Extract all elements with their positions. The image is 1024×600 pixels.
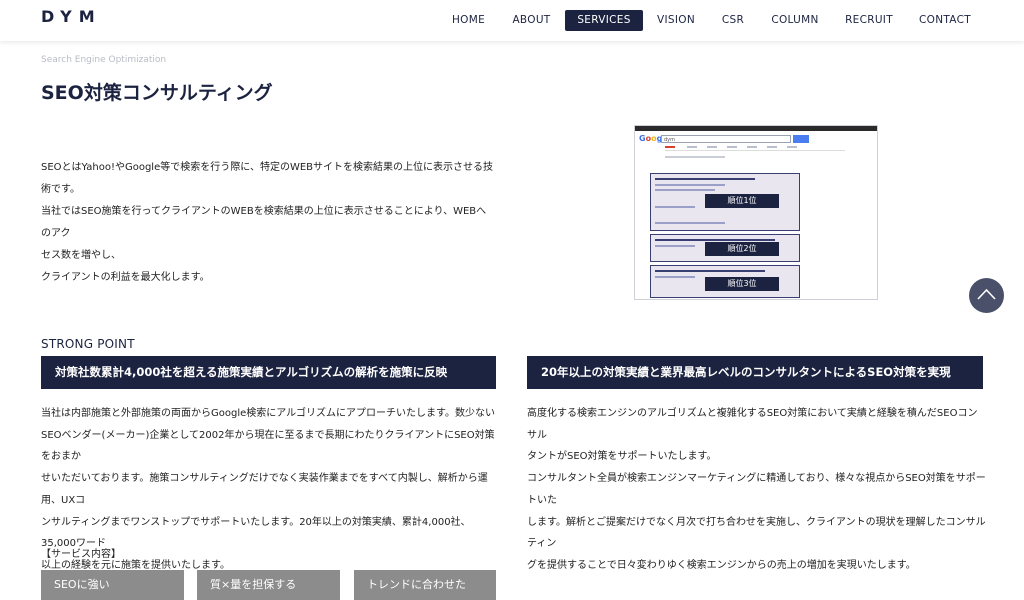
services-label: 【サービス内容】 [41,549,121,560]
screenshot-search-box: dym [661,135,791,143]
search-result-3: 順位3位 [650,265,800,298]
intro-line: クライアントの利益を最大化します。 [41,272,210,283]
nav-contact[interactable]: CONTACT [913,10,977,31]
main-nav: HOME ABOUT SERVICES VISION CSR COLUMN RE… [0,10,1024,31]
intro-line: 当社ではSEO施策を行ってクライアントのWEBを検索結果の上位に表示させることに… [41,206,487,239]
nav-about[interactable]: ABOUT [505,10,558,31]
service-card-1[interactable]: SEOに強い [41,570,184,600]
nav-vision[interactable]: VISION [650,10,702,31]
search-result-1: 順位1位 [650,173,800,231]
paragraph-line: せいただいております。施策コンサルティングだけでなく実装作業までをすべて内製し、… [41,473,488,506]
strong-point-heading-left: 対策社数累計4,000社を超える施策実績とアルゴリズムの解析を施策に反映 [41,356,496,389]
search-results-screenshot: Google dym 順位1位 順位2位 順位3位 [634,125,878,300]
service-card-3[interactable]: トレンドに合わせた [354,570,496,600]
service-card-2[interactable]: 質×量を担保する [197,570,340,600]
rank-3-badge: 順位3位 [705,277,779,291]
rank-2-badge: 順位2位 [705,242,779,256]
intro-line: SEOとはYahoo!やGoogle等で検索を行う際に、特定のWEBサイトを検索… [41,162,494,173]
paragraph-line: コンサルタント全員が検索エンジンマーケティングに精通しており、様々な視点からSE… [527,473,986,506]
paragraph-line: します。解析とご提案だけでなく月次で打ち合わせを実施し、クライアントの現状を理解… [527,516,986,550]
page-title: SEO対策コンサルティング [41,82,273,104]
nav-recruit[interactable]: RECRUIT [838,10,900,31]
paragraph-line: SEOベンダー(メーカー)企業として2002年から現在に至るまで長期にわたりクラ… [41,429,495,463]
nav-column[interactable]: COLUMN [765,10,825,31]
screenshot-meta [665,156,725,158]
screenshot-tabs [665,146,845,151]
intro-line: 術です。 [41,184,80,195]
paragraph-line: 当社は内部施策と外部施策の両面からGoogle検索にアルゴリズムにアプローチいた… [41,408,495,419]
browser-bar [635,126,877,131]
nav-csr[interactable]: CSR [712,10,754,31]
strong-point-label: STRONG POINT [41,337,135,351]
site-header: DYM HOME ABOUT SERVICES VISION CSR COLUM… [0,0,1024,41]
intro-text: SEOとはYahoo!やGoogle等で検索を行う際に、特定のWEBサイトを検索… [41,157,496,289]
screenshot-search-button [793,135,809,143]
search-result-2: 順位2位 [650,234,800,262]
chevron-up-icon [977,288,996,300]
strong-point-text-right: 高度化する検索エンジンのアルゴリズムと複雑化するSEO対策において実績と経験を積… [527,403,987,577]
nav-home[interactable]: HOME [441,10,496,31]
strong-point-heading-right: 20年以上の対策実績と業界最高レベルのコンサルタントによるSEO対策を実現 [527,356,983,389]
scroll-top-button[interactable] [969,278,1004,313]
intro-line: セス数を増やし、 [41,250,121,261]
rank-1-badge: 順位1位 [705,194,779,208]
nav-services[interactable]: SERVICES [565,10,643,31]
paragraph-line: 高度化する検索エンジンのアルゴリズムと複雑化するSEO対策において実績と経験を積… [527,408,978,441]
page-kicker: Search Engine Optimization [41,55,167,65]
paragraph-line: グを提供することで日々変わりゆく検索エンジンからの売上の増加を実現いたします。 [527,559,916,571]
paragraph-line: タントがSEO対策をサポートいたします。 [527,451,717,463]
